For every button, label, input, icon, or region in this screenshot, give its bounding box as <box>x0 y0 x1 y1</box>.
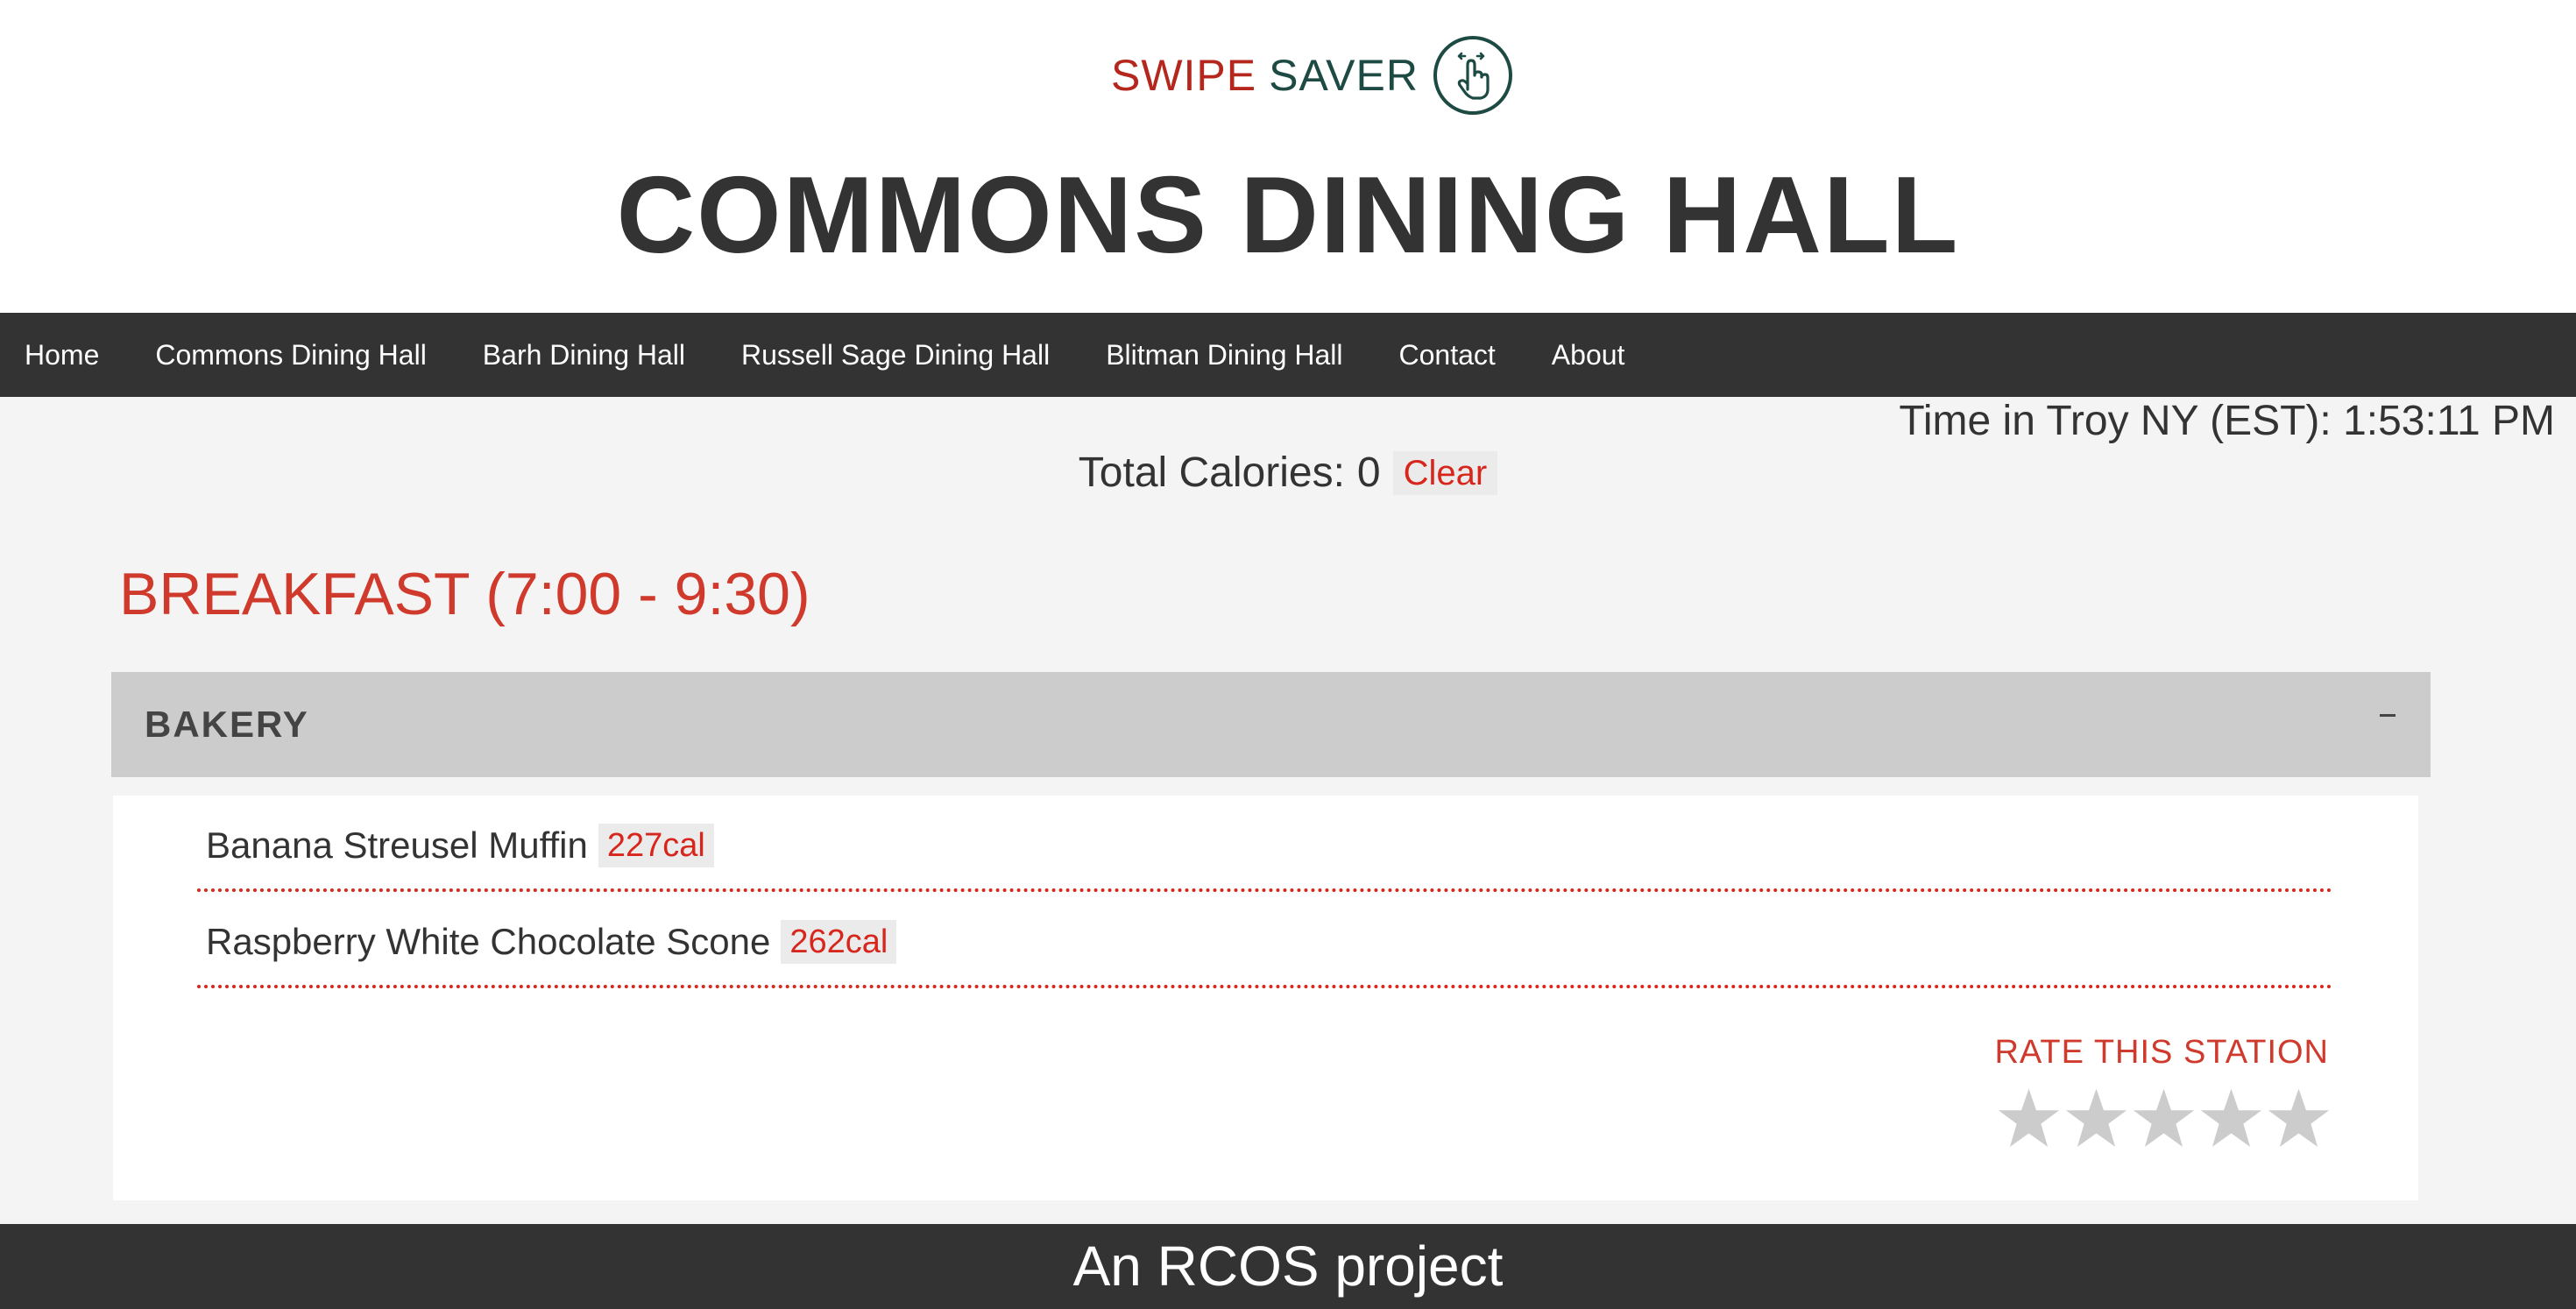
star-rating <box>1995 1085 2332 1152</box>
header: SWIPE SAVER COMMONS DINING HALL <box>0 0 2576 313</box>
menu-item-name: Banana Streusel Muffin <box>206 824 588 866</box>
total-calories: Total Calories: 0 Clear <box>0 445 2576 501</box>
hand-pointer-icon <box>1433 35 1513 116</box>
star-icon[interactable] <box>1995 1085 2063 1152</box>
station-header[interactable]: BAKERY <box>111 672 2431 777</box>
nav-item-contact[interactable]: Contact <box>1371 313 1524 397</box>
logo-word-saver: SAVER <box>1269 51 1419 100</box>
main-nav: Home Commons Dining Hall Barh Dining Hal… <box>0 313 2576 397</box>
time-display: Time in Troy NY (EST): 1:53:11 PM <box>1899 398 2555 444</box>
star-icon[interactable] <box>2063 1085 2130 1152</box>
page: SWIPE SAVER COMMONS DINING HALL Home Com… <box>0 0 2576 1309</box>
footer: An RCOS project <box>0 1224 2576 1309</box>
calorie-badge[interactable]: 262cal <box>781 920 897 964</box>
footer-text: An RCOS project <box>1072 1235 1504 1298</box>
menu-item-name: Raspberry White Chocolate Scone <box>206 921 771 962</box>
total-calories-value: 0 <box>1356 449 1381 496</box>
meal-heading: BREAKFAST (7:00 - 9:30) <box>119 561 810 627</box>
station-name: BAKERY <box>145 704 309 745</box>
logo[interactable]: SWIPE SAVER <box>1111 33 1513 117</box>
nav-item-about[interactable]: About <box>1524 313 1653 397</box>
nav-item-barh[interactable]: Barh Dining Hall <box>455 313 713 397</box>
star-icon[interactable] <box>2130 1085 2197 1152</box>
star-icon[interactable] <box>2197 1085 2265 1152</box>
star-icon[interactable] <box>2265 1085 2332 1152</box>
minus-icon[interactable] <box>2380 714 2396 717</box>
logo-word-swipe: SWIPE <box>1111 51 1257 100</box>
nav-item-blitman[interactable]: Blitman Dining Hall <box>1078 313 1370 397</box>
rate-station-label: RATE THIS STATION <box>1994 1034 2329 1071</box>
calorie-badge[interactable]: 227cal <box>598 824 714 867</box>
nav-item-commons[interactable]: Commons Dining Hall <box>127 313 454 397</box>
total-calories-label: Total Calories: <box>1078 449 1345 496</box>
menu-item: Banana Streusel Muffin 227cal <box>197 796 2333 892</box>
nav-item-home[interactable]: Home <box>0 313 127 397</box>
clear-button[interactable]: Clear <box>1392 451 1498 495</box>
station-body: Banana Streusel Muffin 227cal Raspberry … <box>113 796 2418 1200</box>
menu-item: Raspberry White Chocolate Scone 262cal <box>197 892 2333 988</box>
page-title: COMMONS DINING HALL <box>616 155 1960 276</box>
nav-item-russell-sage[interactable]: Russell Sage Dining Hall <box>713 313 1078 397</box>
